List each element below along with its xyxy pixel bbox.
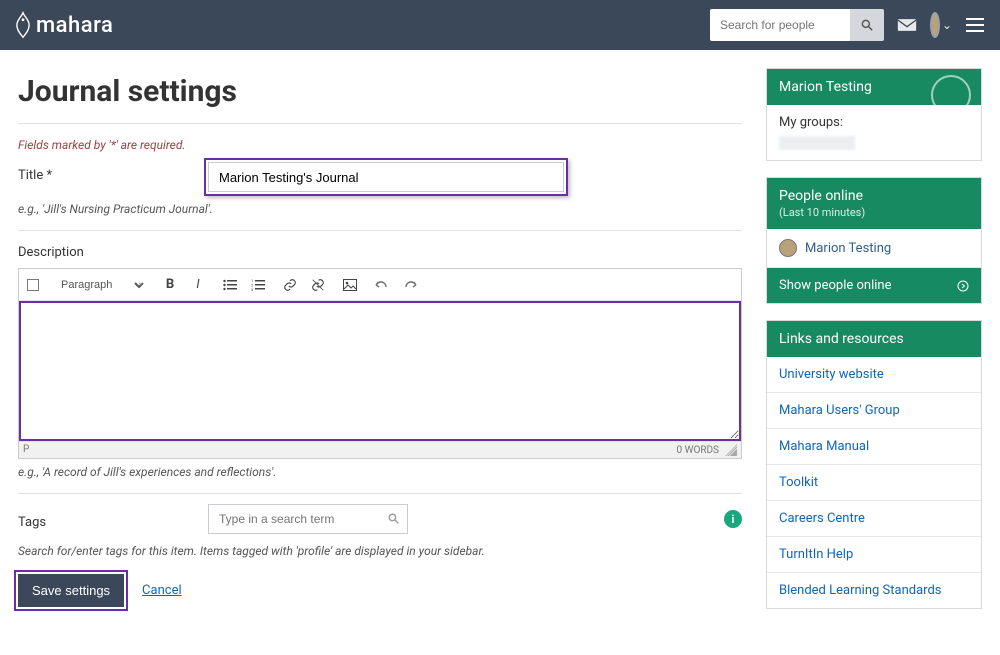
tags-input[interactable] — [208, 504, 408, 534]
link-button[interactable] — [281, 276, 299, 294]
redo-button[interactable] — [401, 276, 419, 294]
link-item[interactable]: University website — [767, 357, 981, 392]
description-label: Description — [18, 245, 742, 266]
title-input[interactable] — [208, 162, 564, 192]
description-textarea[interactable] — [21, 303, 739, 439]
chevron-down-icon: ⌄ — [942, 18, 952, 32]
groups-label: My groups: — [779, 115, 969, 130]
description-hint: e.g., 'A record of Jill's experiences an… — [18, 465, 742, 479]
fullscreen-icon[interactable] — [27, 279, 39, 291]
search-icon — [860, 18, 874, 32]
tags-hint: Search for/enter tags for this item. Ite… — [18, 544, 742, 558]
global-search — [710, 9, 884, 41]
links-card: Links and resources University website M… — [766, 320, 982, 609]
unlink-button[interactable] — [309, 276, 327, 294]
bold-button[interactable]: B — [161, 276, 179, 294]
number-list-button[interactable]: 123 — [249, 276, 267, 294]
save-button[interactable]: Save settings — [18, 574, 124, 607]
user-menu[interactable]: ⌄ — [930, 14, 952, 36]
brand-text: mahara — [36, 13, 113, 38]
brand-logo[interactable]: mahara — [14, 11, 113, 39]
people-online-card: People online (Last 10 minutes) Marion T… — [766, 177, 982, 304]
avatar-icon — [930, 12, 940, 38]
paragraph-select[interactable]: Paragraph — [53, 276, 147, 294]
mahara-icon — [14, 11, 32, 39]
link-item[interactable]: Mahara Users' Group — [767, 392, 981, 428]
title-hint: e.g., 'Jill's Nursing Practicum Journal'… — [18, 202, 742, 216]
required-note: Fields marked by '*' are required. — [18, 138, 742, 152]
undo-button[interactable] — [373, 276, 391, 294]
avatar-large — [931, 75, 971, 115]
italic-button[interactable]: I — [189, 276, 207, 294]
messages-icon[interactable] — [896, 14, 918, 36]
link-item[interactable]: Toolkit — [767, 464, 981, 500]
group-name-blurred — [779, 136, 855, 150]
user-card: Marion Testing My groups: — [766, 68, 982, 161]
bullet-list-button[interactable] — [221, 276, 239, 294]
image-button[interactable] — [341, 276, 359, 294]
arrow-right-icon — [957, 280, 969, 292]
hamburger-menu[interactable] — [964, 14, 986, 36]
link-item[interactable]: Blended Learning Standards — [767, 572, 981, 608]
svg-text:3: 3 — [251, 287, 253, 291]
links-title: Links and resources — [779, 331, 904, 347]
resize-handle-icon[interactable] — [725, 444, 737, 456]
cancel-link[interactable]: Cancel — [142, 583, 182, 598]
people-online-title: People online — [779, 188, 863, 204]
user-name: Marion Testing — [779, 79, 872, 95]
link-item[interactable]: TurnItIn Help — [767, 536, 981, 572]
tags-label: Tags — [18, 509, 208, 530]
avatar-icon — [779, 239, 797, 257]
editor-path: P — [23, 444, 29, 456]
search-button[interactable] — [850, 9, 884, 41]
people-online-subtitle: (Last 10 minutes) — [779, 206, 969, 219]
link-item[interactable]: Mahara Manual — [767, 428, 981, 464]
rich-text-editor: Paragraph B I 123 — [18, 268, 742, 459]
page-title: Journal settings — [18, 74, 742, 109]
show-people-online[interactable]: Show people online — [767, 267, 981, 303]
online-person-row[interactable]: Marion Testing — [767, 229, 981, 267]
online-person-name: Marion Testing — [805, 241, 891, 256]
title-label: Title * — [18, 162, 208, 183]
tags-help-icon[interactable]: i — [724, 510, 742, 528]
link-item[interactable]: Careers Centre — [767, 500, 981, 536]
word-count: 0 WORDS — [676, 445, 719, 456]
search-input[interactable] — [710, 9, 850, 41]
